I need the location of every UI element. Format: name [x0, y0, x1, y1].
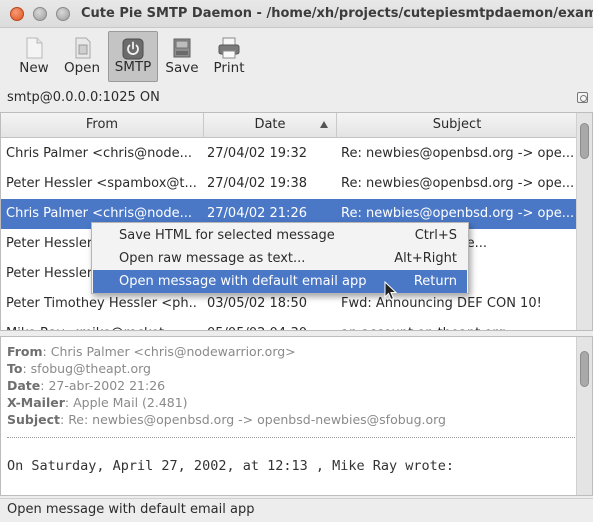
- list-header: From Date Subject: [1, 113, 577, 138]
- preview-scrollbar-thumb[interactable]: [580, 351, 589, 387]
- header-mailer-value: Apple Mail (2.481): [73, 395, 188, 410]
- menu-item-shortcut: Alt+Right: [394, 251, 457, 266]
- new-label: New: [19, 60, 49, 76]
- row-subject: Re: newbies@openbsd.org -> ope...: [341, 176, 575, 191]
- printer-icon: [218, 37, 240, 59]
- row-date: 05/05/02 04:30: [207, 319, 332, 330]
- menu-item-shortcut: Ctrl+S: [414, 228, 457, 243]
- header-from-value: Chris Palmer <chris@nodewarrior.org>: [50, 344, 296, 359]
- header-mailer: X-Mailer: Apple Mail (2.481): [7, 395, 188, 410]
- header-separator: [7, 437, 577, 438]
- save-button[interactable]: Save: [163, 31, 201, 82]
- header-date-label: Date: [7, 378, 41, 393]
- header-from: From: Chris Palmer <chris@nodewarrior.or…: [7, 344, 296, 359]
- maximize-window-button[interactable]: [56, 7, 70, 21]
- open-icon: [75, 37, 91, 59]
- open-label: Open: [63, 60, 101, 76]
- row-subject: an account on theapt.org: [341, 319, 577, 330]
- header-mailer-label: X-Mailer: [7, 395, 65, 410]
- smtp-button[interactable]: SMTP: [108, 31, 158, 82]
- menu-item-open-default-app[interactable]: Open message with default email app Retu…: [93, 270, 467, 293]
- row-from: Peter Hessler <spambox@t...: [6, 176, 197, 191]
- table-row[interactable]: Mike Ray <mike@rocket... 05/05/02 04:30 …: [1, 319, 577, 330]
- list-scrollbar[interactable]: [576, 113, 592, 330]
- status-bar: Open message with default email app: [0, 498, 593, 522]
- title-bar: Cute Pie SMTP Daemon - /home/xh/projects…: [0, 0, 593, 28]
- menu-item-open-raw[interactable]: Open raw message as text... Alt+Right: [93, 247, 467, 270]
- minimize-window-button[interactable]: [33, 7, 47, 21]
- header-to: To: sfobug@theapt.org: [7, 361, 151, 376]
- new-button[interactable]: New: [14, 31, 54, 82]
- row-date: 27/04/02 19:32: [207, 146, 307, 161]
- message-preview[interactable]: From: Chris Palmer <chris@nodewarrior.or…: [0, 336, 593, 496]
- header-date: Date: 27-abr-2002 21:26: [7, 378, 166, 393]
- close-window-button[interactable]: [10, 7, 24, 21]
- dock-float-icon[interactable]: [577, 92, 588, 103]
- print-button[interactable]: Print: [209, 31, 249, 82]
- menu-item-save-html[interactable]: Save HTML for selected message Ctrl+S: [93, 224, 467, 247]
- column-from[interactable]: From: [1, 113, 204, 138]
- row-from: Mike Ray <mike@rocket...: [6, 319, 198, 330]
- column-date-label: Date: [254, 117, 286, 132]
- save-drive-icon: [173, 38, 191, 58]
- server-status: smtp@0.0.0.0:1025 ON: [7, 90, 160, 105]
- row-date: 27/04/02 19:38: [207, 176, 307, 191]
- save-label: Save: [165, 60, 199, 76]
- new-document-icon: [26, 37, 43, 59]
- row-subject: Re: newbies@openbsd.org -> ope...: [341, 146, 575, 161]
- menu-item-label: Open raw message as text...: [119, 251, 306, 266]
- power-icon: [122, 38, 144, 60]
- header-to-label: To: [7, 361, 23, 376]
- smtp-label: SMTP: [114, 59, 152, 75]
- sort-ascending-icon: [320, 121, 328, 128]
- print-label: Print: [213, 60, 245, 76]
- mouse-pointer-icon: [384, 281, 398, 301]
- header-subject-value: Re: newbies@openbsd.org -> openbsd-newbi…: [68, 412, 446, 427]
- toolbar: New Open SMTP Save Print: [0, 28, 593, 84]
- menu-item-shortcut: Return: [413, 274, 457, 289]
- list-scrollbar-thumb[interactable]: [580, 123, 589, 159]
- header-subject-label: Subject: [7, 412, 60, 427]
- header-date-value: 27-abr-2002 21:26: [48, 378, 166, 393]
- open-button[interactable]: Open: [62, 31, 102, 82]
- header-from-label: From: [7, 344, 43, 359]
- table-row[interactable]: Chris Palmer <chris@node... 27/04/02 19:…: [1, 139, 577, 169]
- header-subject: Subject: Re: newbies@openbsd.org -> open…: [7, 412, 446, 427]
- column-subject[interactable]: Subject: [337, 113, 577, 138]
- menu-item-label: Open message with default email app: [119, 274, 367, 289]
- context-menu: Save HTML for selected message Ctrl+S Op…: [91, 222, 469, 294]
- column-date[interactable]: Date: [204, 113, 337, 138]
- menu-item-label: Save HTML for selected message: [119, 228, 335, 243]
- table-row[interactable]: Peter Hessler <spambox@t... 27/04/02 19:…: [1, 169, 577, 199]
- status-text: Open message with default email app: [7, 502, 255, 517]
- header-to-value: sfobug@theapt.org: [30, 361, 151, 376]
- window-title: Cute Pie SMTP Daemon - /home/xh/projects…: [81, 6, 593, 21]
- message-body: On Saturday, April 27, 2002, at 12:13 , …: [7, 458, 455, 474]
- preview-scrollbar[interactable]: [576, 337, 592, 495]
- row-from: Chris Palmer <chris@node...: [6, 146, 192, 161]
